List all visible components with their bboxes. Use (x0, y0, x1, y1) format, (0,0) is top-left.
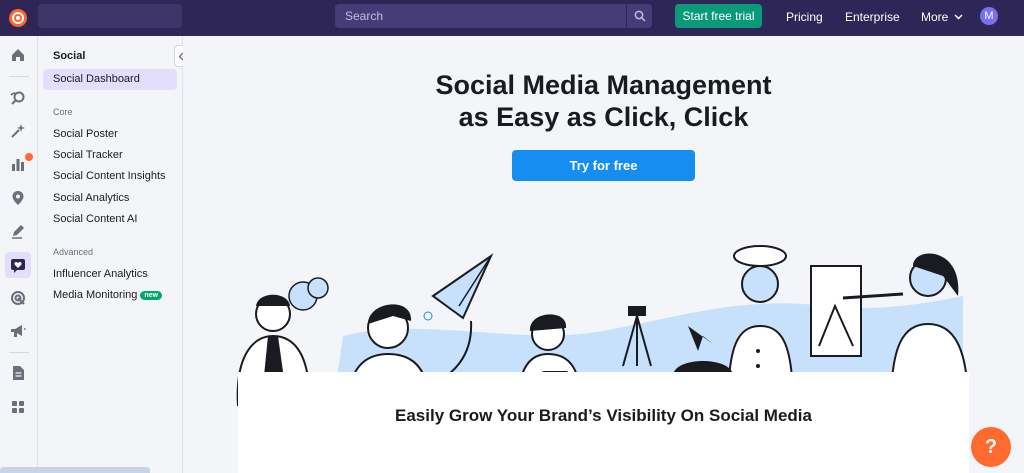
ai-sparkle-icon[interactable] (7, 120, 29, 142)
hero-title-line-2: as Easy as Click, Click (458, 102, 749, 132)
avatar[interactable]: M (980, 7, 998, 25)
sidebar-item-social-content-insights[interactable]: Social Content Insights (53, 170, 166, 182)
help-button[interactable]: ? (971, 427, 1011, 467)
sidebar-item-social-content-ai[interactable]: Social Content AI (53, 213, 137, 225)
bottom-scroll-indicator (0, 467, 150, 473)
new-badge: new (140, 291, 162, 300)
feature-card-title: Easily Grow Your Brand’s Visibility On S… (395, 406, 812, 425)
help-question-icon: ? (984, 435, 998, 458)
icon-rail (0, 36, 38, 473)
section-label-advanced: Advanced (53, 247, 94, 257)
more-label: More (921, 10, 949, 24)
sidebar: Social Social Dashboard Core Social Post… (38, 36, 192, 473)
megaphone-icon[interactable] (7, 320, 29, 342)
more-menu[interactable]: More (921, 10, 963, 24)
main-content: Social Media Management as Easy as Click… (183, 36, 1024, 473)
social-heart-icon[interactable] (5, 252, 31, 278)
sidebar-item-social-dashboard[interactable]: Social Dashboard (43, 69, 177, 90)
top-bar: Search Start free trial Pricing Enterpri… (0, 0, 1024, 36)
sidebar-item-social-poster[interactable]: Social Poster (53, 128, 118, 140)
search-input[interactable]: Search (335, 9, 626, 23)
hero-title-line-1: Social Media Management (435, 70, 772, 100)
semrush-logo-icon[interactable] (7, 8, 29, 28)
search-icon[interactable] (626, 4, 652, 28)
seo-icon[interactable] (7, 87, 29, 109)
search-bar[interactable]: Search (335, 4, 652, 28)
project-selector[interactable] (38, 4, 182, 28)
start-free-trial-button[interactable]: Start free trial (675, 4, 762, 28)
enterprise-link[interactable]: Enterprise (845, 10, 900, 24)
sidebar-item-label: Media Monitoring (53, 289, 138, 301)
bar-chart-icon[interactable] (7, 153, 29, 175)
sidebar-item-social-analytics[interactable]: Social Analytics (53, 192, 129, 204)
feature-card: Easily Grow Your Brand’s Visibility On S… (238, 372, 969, 473)
sidebar-title: Social (53, 50, 86, 62)
sidebar-item-influencer-analytics[interactable]: Influencer Analytics (53, 268, 148, 280)
pen-icon[interactable] (7, 220, 29, 242)
home-icon[interactable] (7, 44, 29, 66)
target-icon[interactable] (7, 287, 29, 309)
sidebar-item-media-monitoring[interactable]: Media Monitoring new (53, 289, 162, 301)
apps-grid-icon[interactable] (7, 396, 29, 418)
location-pin-icon[interactable] (7, 187, 29, 209)
section-label-core: Core (53, 107, 73, 117)
chevron-down-icon (954, 14, 963, 20)
sidebar-item-social-tracker[interactable]: Social Tracker (53, 149, 123, 161)
pricing-link[interactable]: Pricing (786, 10, 823, 24)
hero-title: Social Media Management as Easy as Click… (183, 69, 1024, 133)
try-for-free-button[interactable]: Try for free (512, 150, 695, 181)
document-icon[interactable] (7, 362, 29, 384)
